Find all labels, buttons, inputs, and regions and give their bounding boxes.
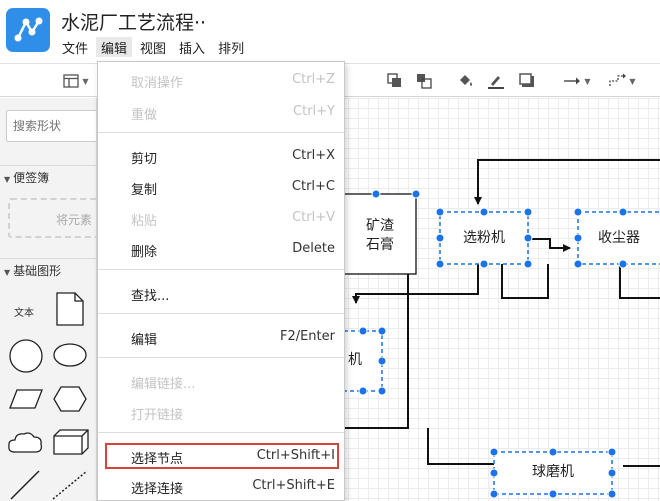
edit-dropdown-menu: 取消操作 Ctrl+Z 重做 Ctrl+Y 剪切 Ctrl+X 复制 Ctrl+… — [97, 61, 345, 501]
line-color-button[interactable] — [486, 70, 506, 92]
shapes-sidebar: ▼便签簿 将元素 ▼基础图形 文本 — [0, 98, 97, 501]
slag-gypsum-label: 矿渣 石膏 — [366, 218, 394, 253]
menu-undo[interactable]: 取消操作 Ctrl+Z — [98, 67, 344, 93]
collapse-triangle-icon: ▼ — [4, 268, 11, 277]
text-shape[interactable]: 文本 — [14, 304, 34, 319]
menu-select-edges[interactable]: 选择连接 Ctrl+Shift+E — [98, 473, 344, 499]
menu-redo[interactable]: 重做 Ctrl+Y — [98, 99, 344, 125]
cloud-shape[interactable] — [6, 430, 44, 456]
scratchpad-hint: 将元素 — [56, 213, 93, 227]
menu-edit-item[interactable]: 编辑 F2/Enter — [98, 324, 344, 350]
menu-separator — [98, 357, 344, 358]
fill-color-button[interactable] — [456, 70, 476, 92]
general-shapes-section-header[interactable]: ▼ 基础图形 — [0, 258, 96, 280]
scratchpad-section-header[interactable]: ▼ 便签簿 — [0, 165, 96, 187]
menu-separator — [98, 132, 344, 133]
connector-to-separator — [474, 159, 660, 205]
title-bar: 水泥厂工艺流程·· 文件 编辑 视图 插入 排列 — [0, 0, 660, 63]
menu-arrange[interactable]: 排列 — [213, 37, 249, 57]
general-shapes-title: 基础图形 — [13, 264, 62, 278]
connector-mill-in — [427, 428, 494, 465]
to-front-icon — [387, 73, 401, 87]
connection-arrow-button[interactable]: ▼ — [560, 70, 594, 92]
menu-copy[interactable]: 复制 Ctrl+C — [98, 174, 344, 200]
document-title[interactable]: 水泥厂工艺流程·· — [61, 8, 206, 35]
scratchpad-drop-zone[interactable]: 将元素 — [8, 198, 96, 238]
separator-label: 选粉机 — [463, 230, 505, 246]
scratchpad-title: 便签簿 — [13, 171, 50, 185]
highlight-box — [105, 443, 339, 469]
menu-delete[interactable]: 删除 Delete — [98, 236, 344, 262]
menu-edit[interactable]: 编辑 — [96, 37, 133, 57]
menu-paste[interactable]: 粘贴 Ctrl+V — [98, 205, 344, 231]
menu-cut[interactable]: 剪切 Ctrl+X — [98, 143, 344, 169]
panel-toggle-icon — [63, 74, 80, 88]
menu-separator — [98, 313, 344, 314]
panel-toggle-button[interactable]: ▼ — [58, 70, 94, 92]
connector-collector-out — [619, 264, 660, 299]
menu-separator — [98, 269, 344, 270]
cube-shape[interactable] — [52, 428, 90, 456]
menu-open-link[interactable]: 打开链接 — [98, 399, 344, 425]
connector-separator-to-collector — [529, 238, 571, 252]
flowchart-logo-icon — [6, 8, 50, 52]
menu-view[interactable]: 视图 — [135, 37, 171, 57]
to-back-icon — [417, 74, 432, 89]
parallelogram-shape[interactable] — [8, 388, 44, 410]
to-front-button[interactable] — [385, 70, 405, 92]
ellipse-shape[interactable] — [52, 342, 88, 368]
page-shape[interactable] — [55, 292, 85, 326]
waypoints-icon — [609, 73, 627, 86]
circle-shape[interactable] — [8, 338, 44, 374]
hexagon-shape[interactable] — [52, 385, 88, 413]
menu-separator — [98, 432, 344, 433]
fill-color-icon — [460, 75, 472, 86]
shadow-button[interactable] — [517, 70, 537, 92]
ball-mill-label: 球磨机 — [532, 464, 574, 480]
shadow-icon — [519, 73, 534, 87]
waypoints-button[interactable]: ▼ — [604, 70, 640, 92]
collapse-triangle-icon: ▼ — [4, 175, 11, 184]
connection-arrow-icon — [564, 77, 581, 85]
shape-search-input[interactable] — [6, 110, 96, 142]
dashed-line-shape[interactable] — [50, 468, 90, 501]
menu-insert[interactable]: 插入 — [174, 37, 210, 57]
menu-edit-link[interactable]: 编辑链接... — [98, 368, 344, 394]
to-back-button[interactable] — [414, 70, 434, 92]
partial-node-label: 机 — [348, 352, 362, 368]
menu-file[interactable]: 文件 — [61, 37, 93, 57]
connector-collector-loop — [501, 264, 549, 299]
dust-collector-label: 收尘器 — [598, 230, 640, 246]
line-shape[interactable] — [8, 468, 42, 501]
menu-bar: 文件 编辑 视图 插入 排列 — [61, 37, 252, 57]
line-color-icon — [488, 76, 504, 89]
menu-find[interactable]: 查找... — [98, 280, 344, 306]
